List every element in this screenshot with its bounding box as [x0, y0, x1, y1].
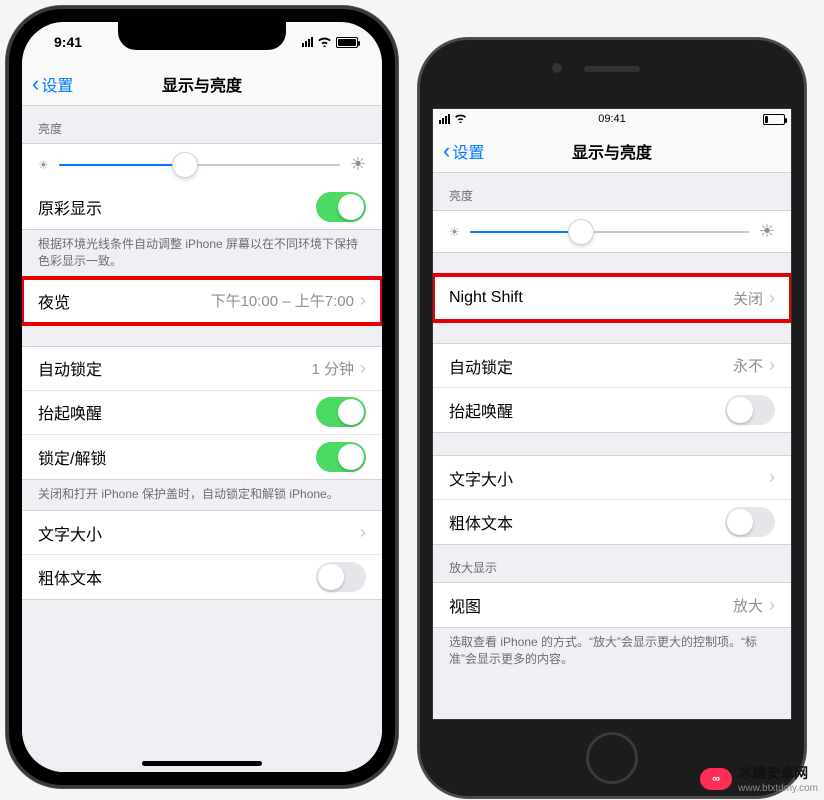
row-bold: 粗体文本 — [22, 555, 382, 599]
brightness-slider-row: ☀︎ ☀︎ — [22, 144, 382, 185]
sun-large-icon: ☀︎ — [759, 221, 775, 242]
chevron-right-icon: › — [360, 522, 366, 543]
row-truetone: 原彩显示 — [22, 185, 382, 229]
chevron-left-icon: ‹ — [32, 73, 39, 95]
truetone-switch[interactable] — [316, 192, 366, 222]
lockunlock-switch[interactable] — [316, 442, 366, 472]
autolock-value: 永不 — [733, 355, 763, 376]
signal-icon — [302, 37, 313, 47]
sun-small-icon: ☀︎ — [38, 158, 49, 172]
row-nightshift[interactable]: 夜览 下午10:00 – 上午7:00 › — [22, 279, 382, 323]
watermark: ∞ 冰糖安卓网 www.btxtdmy.com — [700, 763, 818, 794]
status-time: 9:41 — [54, 34, 82, 50]
section-zoom: 放大显示 — [433, 545, 791, 582]
truetone-note: 根据环境光线条件自动调整 iPhone 屏幕以在不同环境下保持色彩显示一致。 — [22, 230, 382, 278]
home-button[interactable] — [586, 732, 638, 784]
watermark-brand: 冰糖安卓网 — [738, 765, 808, 781]
bold-label: 粗体文本 — [449, 510, 513, 534]
textsize-label: 文字大小 — [449, 466, 513, 490]
row-bold: 粗体文本 — [433, 500, 791, 544]
bold-label: 粗体文本 — [38, 565, 102, 589]
watermark-url: www.btxtdmy.com — [738, 783, 818, 794]
back-button[interactable]: ‹ 设置 — [443, 139, 484, 163]
raise-label: 抬起唤醒 — [38, 400, 102, 424]
row-textsize[interactable]: 文字大小 › — [22, 511, 382, 555]
view-label: 视图 — [449, 593, 481, 617]
lockunlock-label: 锁定/解锁 — [38, 445, 106, 469]
bold-switch[interactable] — [316, 562, 366, 592]
view-value: 放大 — [733, 595, 763, 616]
back-label: 设置 — [41, 72, 73, 96]
status-time: 09:41 — [433, 113, 791, 125]
brightness-slider[interactable] — [470, 231, 749, 233]
section-brightness: 亮度 — [22, 106, 382, 143]
nav-bar: ‹ 设置 显示与亮度 — [22, 62, 382, 106]
chevron-left-icon: ‹ — [443, 140, 450, 162]
nightshift-value: 关闭 — [733, 288, 763, 309]
row-view[interactable]: 视图 放大 › — [433, 583, 791, 627]
raise-label: 抬起唤醒 — [449, 398, 513, 422]
screen: 9:41 ‹ 设置 显示与亮度 亮度 ☀︎ — [22, 22, 382, 772]
bold-switch[interactable] — [725, 507, 775, 537]
brightness-slider-row: ☀︎ ☀︎ — [433, 211, 791, 252]
nav-title: 显示与亮度 — [433, 139, 791, 163]
front-camera — [552, 63, 562, 73]
row-autolock[interactable]: 自动锁定 永不 › — [433, 344, 791, 388]
chevron-right-icon: › — [769, 288, 775, 309]
sun-small-icon: ☀︎ — [449, 225, 460, 239]
nightshift-label: 夜览 — [38, 289, 70, 313]
status-bar: 09:41 — [433, 109, 791, 129]
truetone-label: 原彩显示 — [38, 195, 102, 219]
back-button[interactable]: ‹ 设置 — [32, 72, 73, 96]
autolock-label: 自动锁定 — [449, 354, 513, 378]
battery-icon — [336, 37, 358, 48]
nav-bar: ‹ 设置 显示与亮度 — [433, 129, 791, 173]
autolock-label: 自动锁定 — [38, 356, 102, 380]
battery-icon — [763, 114, 785, 125]
group-nightshift: Night Shift 关闭 › — [433, 275, 791, 321]
autolock-value: 1 分钟 — [311, 358, 354, 379]
settings-content[interactable]: 亮度 ☀︎ ☀︎ 原彩显示 根据环境光线条件自动调整 iPhone 屏幕以在不同… — [22, 106, 382, 772]
group-nightshift: 夜览 下午10:00 – 上午7:00 › — [22, 278, 382, 324]
settings-content[interactable]: 亮度 ☀︎ ☀︎ Night Shift 关闭 › — [433, 173, 791, 719]
row-raise: 抬起唤醒 — [433, 388, 791, 432]
iphone-8-frame: 09:41 ‹ 设置 显示与亮度 亮度 ☀︎ ☀︎ — [418, 38, 806, 798]
row-lockunlock: 锁定/解锁 — [22, 435, 382, 479]
home-indicator[interactable] — [142, 761, 262, 766]
sun-large-icon: ☀︎ — [350, 154, 366, 175]
chevron-right-icon: › — [769, 595, 775, 616]
row-textsize[interactable]: 文字大小 › — [433, 456, 791, 500]
wifi-icon — [317, 34, 332, 50]
chevron-right-icon: › — [769, 355, 775, 376]
raise-switch[interactable] — [316, 397, 366, 427]
textsize-label: 文字大小 — [38, 521, 102, 545]
nightshift-value: 下午10:00 – 上午7:00 — [211, 290, 354, 311]
wifi-icon — [454, 113, 467, 126]
row-autolock[interactable]: 自动锁定 1 分钟 › — [22, 347, 382, 391]
lock-note: 关闭和打开 iPhone 保护盖时，自动锁定和解锁 iPhone。 — [22, 480, 382, 511]
screen: 09:41 ‹ 设置 显示与亮度 亮度 ☀︎ ☀︎ — [432, 108, 792, 720]
earpiece — [584, 66, 640, 72]
notch — [118, 22, 286, 50]
section-brightness: 亮度 — [433, 173, 791, 210]
chevron-right-icon: › — [360, 358, 366, 379]
nightshift-label: Night Shift — [449, 289, 523, 307]
signal-icon — [439, 114, 450, 124]
zoom-note: 选取查看 iPhone 的方式。“放大”会显示更大的控制项。“标准”会显示更多的… — [433, 628, 791, 676]
iphone-x-frame: 9:41 ‹ 设置 显示与亮度 亮度 ☀︎ — [6, 6, 398, 788]
back-label: 设置 — [452, 139, 484, 163]
chevron-right-icon: › — [769, 467, 775, 488]
row-nightshift[interactable]: Night Shift 关闭 › — [433, 276, 791, 320]
chevron-right-icon: › — [360, 290, 366, 311]
nav-title: 显示与亮度 — [22, 72, 382, 96]
row-raise: 抬起唤醒 — [22, 391, 382, 435]
raise-switch[interactable] — [725, 395, 775, 425]
brightness-slider[interactable] — [59, 164, 340, 166]
watermark-badge-icon: ∞ — [700, 768, 732, 790]
